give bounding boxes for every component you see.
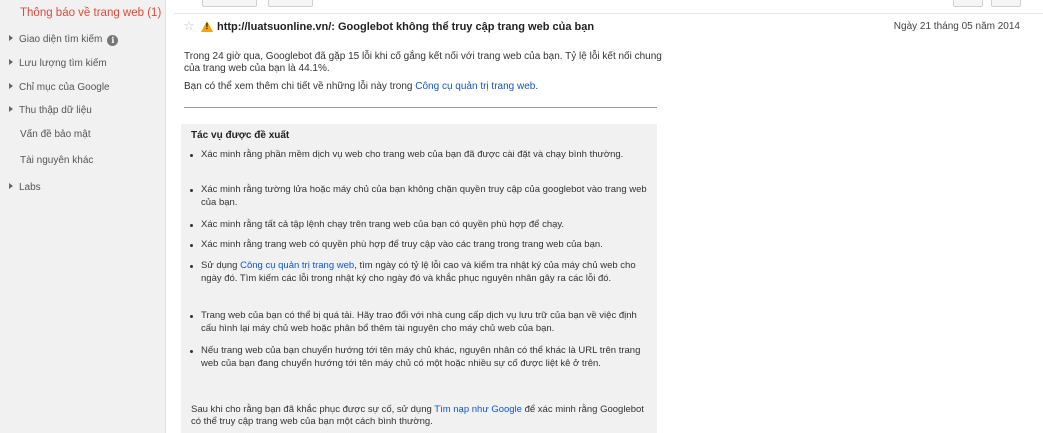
task-item: Xác minh rằng trang web có quyền phù hợp… [190,239,651,252]
toolbar-button[interactable] [953,0,983,7]
triangle-right-icon [9,183,13,189]
triangle-right-icon [9,106,13,112]
sidebar-item-label: Giao diện tìm kiếm [19,34,103,45]
sidebar-item-search-appearance[interactable]: Giao diện tìm kiếm i [9,34,119,46]
sidebar-item-crawl[interactable]: Thu thập dữ liệu [9,105,92,116]
toolbar-button[interactable] [991,0,1021,7]
task-item: Xác minh rằng tường lửa hoặc máy chủ của… [190,184,651,209]
section-divider [184,107,657,108]
sidebar-item-security-issues[interactable]: Vấn đề bảo mật [20,129,91,140]
toolbar-button[interactable] [202,0,257,7]
message-details: Bạn có thể xem thêm chi tiết về những lỗ… [184,81,664,93]
sidebar-item-label: Labs [19,182,41,193]
webmaster-tools-link[interactable]: Công cụ quản trị trang web [240,260,354,271]
task-item: Sử dụng Công cụ quản trị trang web, tìm … [190,260,651,285]
closing-prefix: Sau khi cho rằng bạn đã khắc phục được s… [191,404,435,415]
sidebar-item-label: Lưu lượng tìm kiếm [19,58,107,69]
sidebar-item-label: Chỉ mục của Google [19,82,110,93]
task-item: Trang web của bạn có thể bị quá tải. Hãy… [190,310,651,335]
info-circle-icon[interactable]: i [107,35,119,46]
header-divider [174,13,1043,14]
sidebar-item-google-index[interactable]: Chỉ mục của Google [9,82,110,93]
sidebar-item-site-messages[interactable]: Thông báo về trang web (1) [20,7,161,19]
webmaster-tools-link[interactable]: Công cụ quản trị trang web [415,81,535,92]
sidebar-item-label: Thu thập dữ liệu [19,105,92,116]
sidebar-item-search-traffic[interactable]: Lưu lượng tìm kiếm [9,58,107,69]
sidebar-item-labs[interactable]: Labs [9,182,41,193]
details-suffix: . [535,81,539,92]
message-title: http://luatsuonline.vn/: Googlebot không… [217,21,595,33]
task-prefix: Sử dụng [201,260,241,271]
warning-mark: ! [205,22,209,31]
star-outline-icon[interactable]: ☆ [183,19,195,33]
triangle-right-icon [9,35,13,41]
fetch-as-google-link[interactable]: Tìm nạp như Google [434,404,522,415]
triangle-right-icon [9,59,13,65]
suggested-tasks-box: Tác vụ được đề xuất Xác minh rằng phần m… [181,124,657,433]
suggested-tasks-title: Tác vụ được đề xuất [191,130,290,141]
closing-text: Sau khi cho rằng bạn đã khắc phục được s… [191,404,651,428]
details-prefix: Bạn có thể xem thêm chi tiết về những lỗ… [184,81,416,92]
triangle-right-icon [9,83,13,89]
message-date: Ngày 21 tháng 05 năm 2014 [893,21,1020,32]
task-item: Nếu trang web của bạn chuyển hướng tới t… [190,345,651,370]
sidebar-item-other-resources[interactable]: Tài nguyên khác [20,155,93,166]
toolbar-button[interactable] [268,0,313,7]
sidebar: Thông báo về trang web (1) Giao diện tìm… [0,0,166,433]
message-intro: Trong 24 giờ qua, Googlebot đã gặp 15 lỗ… [184,51,662,74]
task-item: Xác minh rằng tất cả tập lệnh chạy trên … [190,219,651,232]
task-item: Xác minh rằng phần mềm dịch vụ web cho t… [190,149,651,162]
